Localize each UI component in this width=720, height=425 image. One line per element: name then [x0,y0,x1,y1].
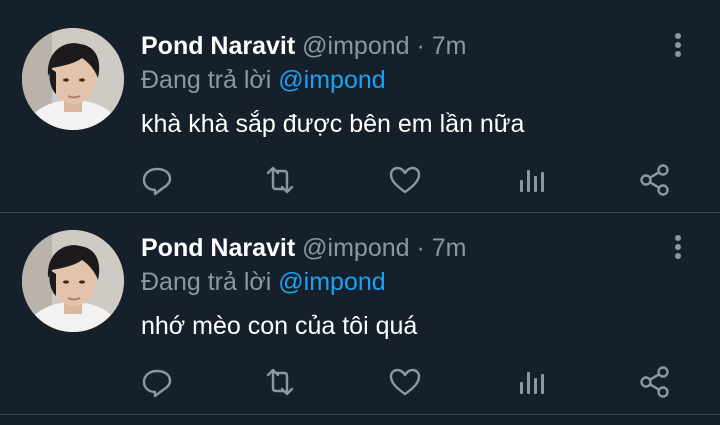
reply-to-handle[interactable]: @impond [278,66,385,94]
tweet-header: Pond Naravit @impond · 7m [141,30,467,62]
replying-to-label: Đang trả lời [141,66,272,94]
author-name[interactable]: Pond Naravit [141,32,295,60]
share-icon[interactable] [635,160,675,200]
author-handle[interactable]: @impond [302,234,409,262]
reply-icon[interactable] [137,160,177,200]
like-icon[interactable] [385,362,425,402]
tweet-text: khà khà sắp được bên em lần nữa [141,110,525,138]
tweet-text: nhớ mèo con của tôi quá [141,312,418,340]
tweet-actions [0,160,720,200]
tweet-divider [0,414,720,415]
timestamp[interactable]: 7m [432,32,467,60]
reply-icon[interactable] [137,362,177,402]
author-handle[interactable]: @impond [302,32,409,60]
author-name[interactable]: Pond Naravit [141,234,295,262]
avatar-photo [22,230,124,332]
avatar[interactable] [22,28,124,130]
retweet-icon[interactable] [260,160,300,200]
separator-dot: · [416,32,425,60]
tweet[interactable]: Pond Naravit @impond · 7m Đang trả lời @… [0,202,720,414]
separator-dot: · [416,234,425,262]
analytics-icon[interactable] [512,362,552,402]
timestamp[interactable]: 7m [432,234,467,262]
replying-to: Đang trả lời @impond [141,64,386,96]
tweet-actions [0,362,720,402]
analytics-icon[interactable] [512,160,552,200]
reply-to-handle[interactable]: @impond [278,268,385,296]
replying-to-label: Đang trả lời [141,268,272,296]
tweet-feed: Pond Naravit @impond · 7m Đang trả lời @… [0,0,720,425]
more-options-icon[interactable] [664,232,692,264]
tweet[interactable]: Pond Naravit @impond · 7m Đang trả lời @… [0,0,720,212]
tweet-header: Pond Naravit @impond · 7m [141,232,467,264]
like-icon[interactable] [385,160,425,200]
avatar[interactable] [22,230,124,332]
share-icon[interactable] [635,362,675,402]
more-options-icon[interactable] [664,30,692,62]
avatar-photo [22,28,124,130]
retweet-icon[interactable] [260,362,300,402]
replying-to: Đang trả lời @impond [141,266,386,298]
